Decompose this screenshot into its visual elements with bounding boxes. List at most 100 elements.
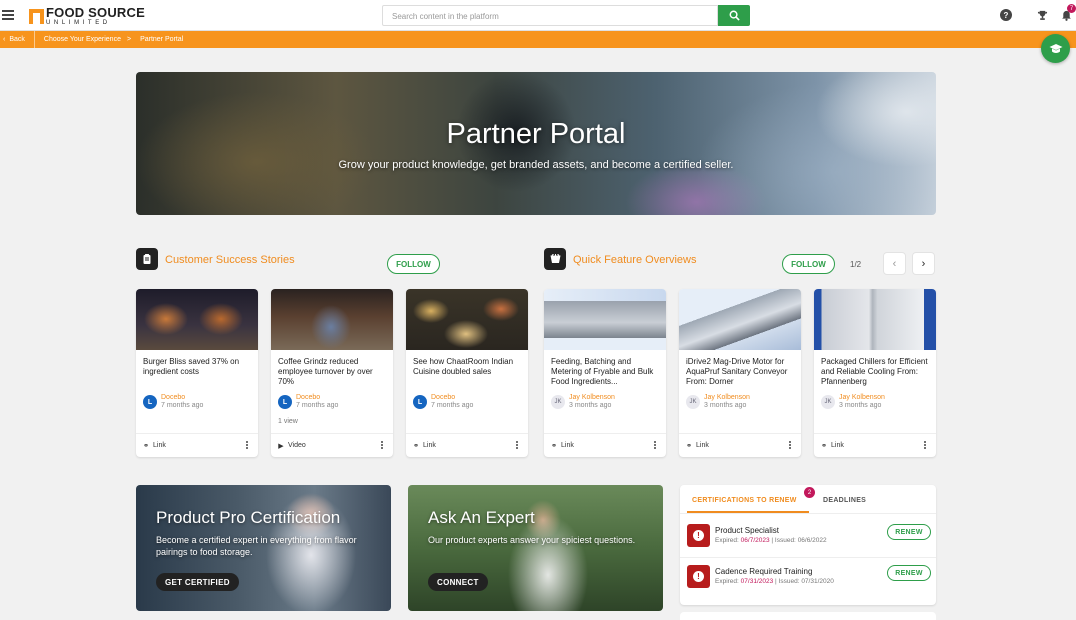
card-footer: ⚭ Link bbox=[544, 433, 666, 457]
card-type: Link bbox=[831, 442, 844, 449]
content-card[interactable]: Packaged Chillers for Efficient and Reli… bbox=[814, 289, 936, 457]
promo-certification[interactable]: Product Pro Certification Become a certi… bbox=[136, 485, 391, 611]
card-time: 7 months ago bbox=[431, 402, 474, 409]
top-bar: FOOD SOURCE UNLIMITED Search content in … bbox=[0, 0, 1076, 31]
more-icon[interactable] bbox=[246, 441, 248, 449]
certification-name[interactable]: Product Specialist bbox=[715, 526, 779, 535]
more-icon[interactable] bbox=[789, 441, 791, 449]
more-icon[interactable] bbox=[381, 441, 383, 449]
card-author[interactable]: Docebo bbox=[161, 394, 203, 402]
card-type: Link bbox=[696, 442, 709, 449]
section-title-quick-features[interactable]: Quick Feature Overviews bbox=[573, 254, 696, 266]
logo-name-bottom: UNLIMITED bbox=[46, 20, 111, 26]
card-title[interactable]: Feeding, Batching and Metering of Fryabl… bbox=[544, 350, 666, 396]
card-time: 3 months ago bbox=[839, 402, 882, 409]
alert-icon: ! bbox=[687, 524, 710, 547]
card-thumbnail bbox=[814, 289, 936, 350]
card-title[interactable]: Packaged Chillers for Efficient and Reli… bbox=[814, 350, 936, 396]
tab-deadlines[interactable]: DEADLINES bbox=[823, 497, 866, 504]
trophy-icon[interactable] bbox=[1036, 9, 1048, 21]
view-count: 1 view bbox=[278, 418, 298, 425]
promo-description: Become a certified expert in everything … bbox=[156, 535, 357, 557]
get-certified-button[interactable]: GET CERTIFIED bbox=[156, 573, 239, 591]
alert-icon: ! bbox=[687, 565, 710, 588]
link-icon: ⚭ bbox=[143, 442, 149, 450]
card-author[interactable]: Docebo bbox=[296, 394, 338, 402]
content-card[interactable]: Feeding, Batching and Metering of Fryabl… bbox=[544, 289, 666, 457]
bucket-icon bbox=[544, 248, 566, 270]
renew-button[interactable]: RENEW bbox=[887, 524, 931, 540]
avatar: JK bbox=[551, 395, 565, 409]
breadcrumb-item[interactable]: Choose Your Experience bbox=[35, 36, 121, 43]
card-footer: ⚭ Link bbox=[814, 433, 936, 457]
document-icon bbox=[136, 248, 158, 270]
avatar: L bbox=[413, 395, 427, 409]
follow-button-quick-features[interactable]: FOLLOW bbox=[782, 254, 835, 274]
card-footer: ⚭ Link bbox=[406, 433, 528, 457]
card-footer: ⚭ Link bbox=[136, 433, 258, 457]
chevron-left-icon: ‹ bbox=[3, 36, 6, 43]
card-title[interactable]: See how ChaatRoom Indian Cuisine doubled… bbox=[406, 350, 528, 396]
brand-logo[interactable]: FOOD SOURCE UNLIMITED bbox=[29, 6, 145, 26]
content-card[interactable]: iDrive2 Mag-Drive Motor for AquaPruf San… bbox=[679, 289, 801, 457]
certifications-widget: CERTIFICATIONS TO RENEW 2 DEADLINES ! Pr… bbox=[680, 485, 936, 605]
card-time: 3 months ago bbox=[704, 402, 747, 409]
content-card[interactable]: See how ChaatRoom Indian Cuisine doubled… bbox=[406, 289, 528, 457]
content-card[interactable]: Burger Bliss saved 37% on ingredient cos… bbox=[136, 289, 258, 457]
count-badge: 2 bbox=[804, 487, 815, 498]
certification-row: ! Product Specialist Expired: 06/7/2023 … bbox=[680, 517, 936, 557]
avatar: JK bbox=[686, 395, 700, 409]
connect-button[interactable]: CONNECT bbox=[428, 573, 488, 591]
card-title[interactable]: Coffee Grindz reduced employee turnover … bbox=[271, 350, 393, 396]
menu-icon[interactable] bbox=[2, 10, 14, 20]
card-time: 3 months ago bbox=[569, 402, 612, 409]
card-author[interactable]: Jay Kolbenson bbox=[569, 394, 615, 402]
more-icon[interactable] bbox=[654, 441, 656, 449]
promo-description: Our product experts answer your spiciest… bbox=[428, 535, 636, 545]
chevron-right-icon[interactable]: › bbox=[912, 252, 935, 275]
content-card[interactable]: Coffee Grindz reduced employee turnover … bbox=[271, 289, 393, 457]
search-icon bbox=[729, 10, 740, 21]
promo-ask-expert[interactable]: Ask An Expert Our product experts answer… bbox=[408, 485, 663, 611]
breadcrumb-separator: > bbox=[126, 36, 132, 43]
card-footer: ▶ Video bbox=[271, 433, 393, 457]
card-thumbnail bbox=[679, 289, 801, 350]
logo-mark bbox=[29, 8, 44, 24]
card-title[interactable]: Burger Bliss saved 37% on ingredient cos… bbox=[136, 350, 258, 396]
more-icon[interactable] bbox=[924, 441, 926, 449]
card-author[interactable]: Docebo bbox=[431, 394, 473, 402]
hero-title: Partner Portal bbox=[446, 118, 626, 150]
certification-dates: Expired: 07/31/2023 | Issued: 07/31/2020 bbox=[715, 578, 834, 585]
more-icon[interactable] bbox=[516, 441, 518, 449]
pager-indicator: 1/2 bbox=[850, 260, 862, 269]
card-author[interactable]: Jay Kolbenson bbox=[839, 394, 885, 402]
back-button[interactable]: ‹ Back bbox=[0, 31, 35, 48]
card-time: 7 months ago bbox=[161, 402, 204, 409]
logo-name-top: FOOD SOURCE bbox=[46, 5, 145, 20]
certification-row: ! Cadence Required Training Expired: 07/… bbox=[680, 557, 936, 597]
card-title[interactable]: iDrive2 Mag-Drive Motor for AquaPruf San… bbox=[679, 350, 801, 396]
renew-button[interactable]: RENEW bbox=[887, 565, 931, 581]
learning-button[interactable] bbox=[1041, 34, 1070, 63]
section-title-customer-success[interactable]: Customer Success Stories bbox=[165, 254, 295, 266]
certification-dates: Expired: 06/7/2023 | Issued: 06/6/2022 bbox=[715, 537, 827, 544]
chevron-left-icon[interactable]: ‹ bbox=[883, 252, 906, 275]
search-button[interactable] bbox=[718, 5, 750, 26]
help-icon[interactable]: ? bbox=[1000, 9, 1012, 21]
card-author[interactable]: Jay Kolbenson bbox=[704, 394, 750, 402]
search-input[interactable]: Search content in the platform bbox=[382, 5, 718, 26]
widget-partial bbox=[680, 612, 936, 620]
hero-banner: Partner Portal Grow your product knowled… bbox=[136, 72, 936, 215]
tab-certifications-to-renew[interactable]: CERTIFICATIONS TO RENEW bbox=[692, 497, 797, 504]
avatar: JK bbox=[821, 395, 835, 409]
back-label: Back bbox=[9, 36, 25, 43]
breadcrumb-item-current: Partner Portal bbox=[140, 36, 184, 43]
certification-name[interactable]: Cadence Required Training bbox=[715, 567, 812, 576]
link-icon: ⚭ bbox=[821, 442, 827, 450]
card-type: Link bbox=[423, 442, 436, 449]
graduation-cap-icon bbox=[1049, 43, 1062, 53]
card-type: Link bbox=[561, 442, 574, 449]
card-thumbnail bbox=[544, 289, 666, 350]
follow-button-customer-success[interactable]: FOLLOW bbox=[387, 254, 440, 274]
link-icon: ⚭ bbox=[551, 442, 557, 450]
